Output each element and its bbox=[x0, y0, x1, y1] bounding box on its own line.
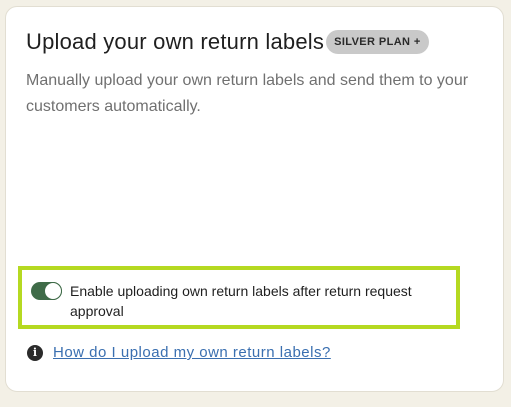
toggle-label: Enable uploading own return labels after… bbox=[70, 283, 412, 319]
plan-badge: SILVER PLAN + bbox=[326, 30, 429, 54]
info-icon: i bbox=[27, 344, 43, 361]
card-title: Upload your own return labels bbox=[26, 29, 325, 54]
card-description: Manually upload your own return labels a… bbox=[26, 72, 469, 115]
toggle-knob bbox=[44, 282, 62, 300]
return-labels-card: Upload your own return labels SILVER PLA… bbox=[5, 6, 504, 392]
card-header: Upload your own return labels SILVER PLA… bbox=[26, 29, 429, 55]
enable-upload-toggle[interactable] bbox=[31, 282, 62, 300]
help-row: i How do I upload my own return labels? bbox=[27, 344, 331, 361]
toggle-row: Enable uploading own return labels after… bbox=[18, 266, 460, 329]
help-link[interactable]: How do I upload my own return labels? bbox=[53, 344, 331, 361]
